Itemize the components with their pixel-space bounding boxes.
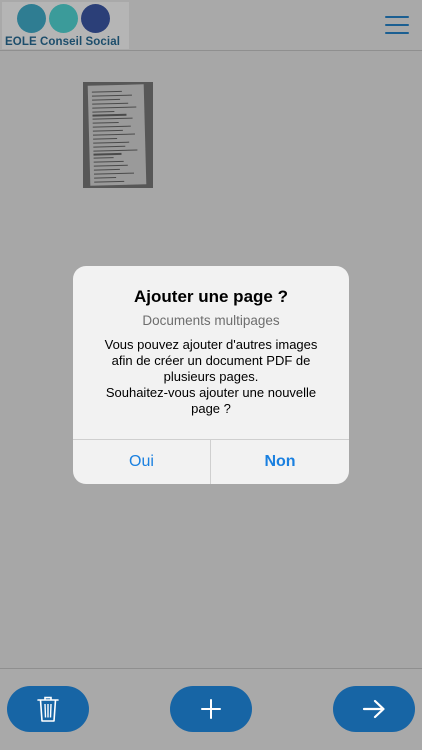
- receipt-text-line: [93, 157, 114, 160]
- receipt-text-line: [94, 180, 125, 183]
- logo-text: EOLE Conseil Social: [5, 36, 121, 48]
- receipt-text-line: [94, 176, 117, 179]
- dialog-message-line: afin de créer un document PDF de: [111, 353, 311, 368]
- trash-icon: [37, 696, 59, 722]
- screen: EOLE Conseil Social Ajouter une page ? D…: [0, 0, 422, 750]
- receipt-text-line: [93, 164, 128, 167]
- receipt-text-line: [91, 90, 122, 93]
- receipt-text-line: [93, 153, 122, 156]
- dialog-message-line: plusieurs pages.: [163, 369, 259, 384]
- hamburger-menu-icon[interactable]: [385, 16, 409, 34]
- logo-circle-3: [81, 4, 110, 33]
- document-thumbnail[interactable]: [83, 82, 153, 188]
- plus-icon: [201, 699, 221, 719]
- receipt-text-line: [92, 114, 127, 117]
- receipt-text-line: [93, 161, 124, 163]
- dialog-message-line: Vous pouvez ajouter d'autres images: [104, 337, 318, 352]
- logo-circle-1: [17, 4, 46, 33]
- receipt-text-line: [92, 129, 123, 132]
- no-button[interactable]: Non: [211, 440, 349, 484]
- dialog-title: Ajouter une page ?: [134, 287, 288, 306]
- add-page-button[interactable]: [170, 686, 252, 732]
- receipt-text-line: [92, 110, 115, 113]
- receipt-text-line: [92, 133, 135, 136]
- receipt-text-line: [93, 148, 138, 152]
- dialog-message-line: page ?: [191, 401, 231, 416]
- receipt-image: [87, 84, 147, 186]
- receipt-text-line: [94, 172, 135, 175]
- receipt-text-line: [93, 141, 130, 144]
- dialog-message-line: Souhaitez-vous ajouter une nouvelle: [105, 385, 317, 400]
- delete-button[interactable]: [7, 686, 89, 732]
- receipt-text-line: [91, 94, 132, 97]
- yes-button[interactable]: Oui: [73, 440, 210, 484]
- logo-circle-2: [49, 4, 78, 33]
- arrow-right-icon: [362, 699, 385, 719]
- app-header: EOLE Conseil Social: [0, 0, 422, 51]
- receipt-text-line: [92, 106, 137, 109]
- receipt-text-line: [92, 122, 119, 125]
- add-page-dialog: Ajouter une page ? Documents multipages …: [73, 266, 349, 484]
- receipt-text-line: [92, 102, 129, 105]
- dialog-subtitle: Documents multipages: [142, 313, 280, 328]
- receipt-text-line: [92, 98, 121, 101]
- company-logo: EOLE Conseil Social: [2, 2, 129, 49]
- receipt-text-line: [92, 117, 133, 121]
- receipt-text-line: [93, 145, 126, 148]
- dialog-message: Vous pouvez ajouter d'autres images afin…: [87, 337, 335, 417]
- receipt-text-line: [92, 125, 131, 128]
- receipt-text-line: [93, 137, 118, 140]
- receipt-text-line: [93, 168, 120, 171]
- next-button[interactable]: [333, 686, 415, 732]
